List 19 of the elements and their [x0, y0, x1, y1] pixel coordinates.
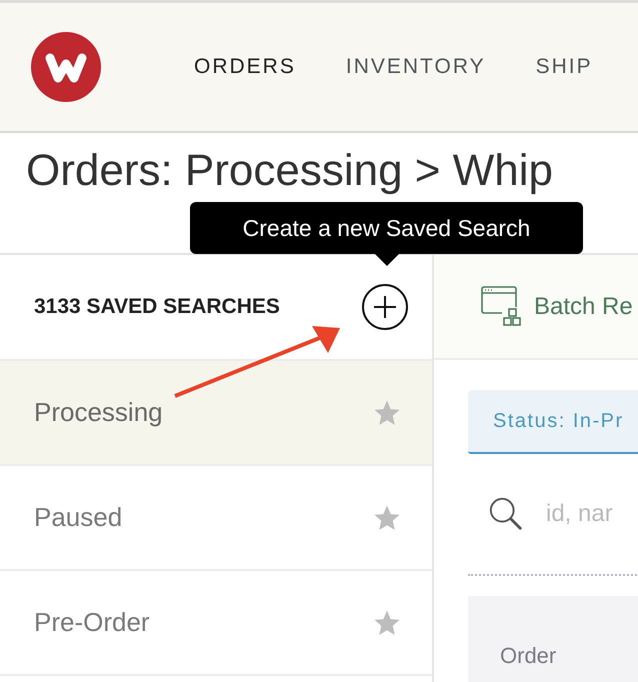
saved-search-label: Paused [34, 502, 122, 533]
saved-search-label: Processing [34, 397, 163, 428]
search-icon [488, 496, 524, 532]
tooltip-pointer-icon [374, 254, 398, 266]
page-title: Orders: Processing > Whip [26, 149, 553, 193]
saved-search-item[interactable]: Processing [0, 361, 432, 466]
status-filter-chip[interactable]: Status: In-Pr [468, 390, 638, 454]
column-header[interactable]: Order [500, 643, 556, 669]
search-field[interactable]: id, nar [546, 500, 630, 528]
add-button[interactable] [362, 284, 408, 330]
plus-icon [372, 294, 398, 320]
nav-link[interactable]: SHIP [536, 55, 593, 79]
window-grid-icon [480, 284, 524, 328]
nav-link[interactable]: ORDERS [194, 55, 296, 79]
tooltip: Create a new Saved Search [190, 202, 583, 266]
saved-search-label: Pre-Order [34, 607, 150, 638]
nav-link[interactable]: INVENTORY [346, 55, 486, 79]
saved-searches-heading: 3133 SAVED SEARCHES [34, 295, 280, 319]
logo-icon[interactable] [30, 31, 102, 103]
